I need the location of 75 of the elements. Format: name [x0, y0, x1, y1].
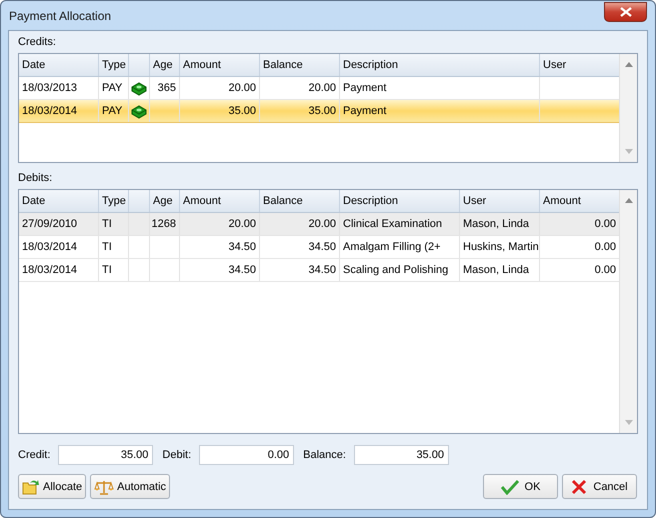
table-cell: 18/03/2013 [22, 82, 78, 94]
scrollbar[interactable] [619, 54, 637, 162]
table-row[interactable]: 18/03/2014 TI 34.50 34.50 Scaling and Polishing Mason, Linda 0.00 [19, 259, 619, 282]
table-cell: 34.50 [228, 264, 256, 276]
amount-field[interactable]: 35.00 [354, 445, 449, 465]
scroll-up-icon[interactable] [624, 62, 632, 67]
column-header[interactable]: Date [19, 190, 99, 212]
table-cell: Clinical Examination [343, 218, 442, 230]
table-cell: 0.00 [594, 218, 616, 230]
column-header[interactable]: Type [99, 190, 129, 212]
table-cell: 35.00 [308, 105, 336, 117]
table-cell: 34.50 [228, 241, 256, 253]
table-cell: 27/09/2010 [22, 218, 78, 230]
table-row[interactable]: 18/03/2014 PAY 35.00 35.00 Payment [19, 100, 619, 123]
table-cell: 18/03/2014 [22, 105, 78, 117]
table-row[interactable]: 18/03/2013 PAY 365 20.00 20.00 Payment [19, 77, 619, 100]
table-cell: PAY [102, 82, 122, 94]
close-button[interactable] [604, 2, 647, 22]
table-cell: 0.00 [594, 264, 616, 276]
column-header[interactable]: Amount [180, 54, 260, 76]
table-cell: PAY [102, 105, 122, 117]
table-cell: 20.00 [228, 218, 256, 230]
table-cell: Mason, Linda [463, 264, 530, 276]
automatic-button[interactable]: Automatic [90, 474, 170, 499]
table-cell: Payment [343, 105, 386, 117]
amount-field[interactable]: 35.00 [58, 445, 154, 465]
folder-icon [22, 478, 40, 494]
table-cell: Scaling and Polishing [343, 264, 448, 276]
section-label: Debits: [18, 172, 54, 186]
window-title: Payment Allocation [9, 8, 112, 22]
table-cell: Payment [343, 82, 386, 94]
column-header[interactable]: Description [340, 190, 460, 212]
cross-icon [571, 478, 588, 494]
amount-field[interactable]: 0.00 [199, 445, 294, 465]
table-cell: 18/03/2014 [22, 241, 78, 253]
table-cell: 365 [158, 82, 176, 94]
table-cell: 35.00 [228, 105, 256, 117]
column-header[interactable]: Amount [180, 190, 260, 212]
column-header[interactable]: Balance [260, 54, 340, 76]
ok-button[interactable]: OK [483, 474, 558, 499]
scales-icon [94, 478, 114, 494]
allocate-button[interactable]: Allocate [18, 474, 86, 499]
column-header[interactable]: Age [150, 54, 180, 76]
cancel-button[interactable]: Cancel [562, 474, 637, 499]
checkmark-icon [500, 478, 519, 494]
column-header[interactable]: Balance [260, 190, 340, 212]
scroll-down-icon[interactable] [624, 149, 632, 154]
table-cell: TI [102, 218, 112, 230]
table-cell: Mason, Linda [463, 218, 530, 230]
table-cell: 20.00 [228, 82, 256, 94]
table-cell: 34.50 [308, 264, 336, 276]
table-cell: Amalgam Filling (2+ [343, 241, 441, 253]
column-header[interactable]: Type [99, 54, 129, 76]
table-cell: 20.00 [308, 218, 336, 230]
table-cell: 0.00 [594, 241, 616, 253]
column-header[interactable]: Description [340, 54, 540, 76]
table-cell: 20.00 [308, 82, 336, 94]
table-cell: TI [102, 241, 112, 253]
column-header[interactable]: Age [150, 190, 180, 212]
table-cell: 1268 [152, 218, 176, 230]
table-cell: 34.50 [308, 241, 336, 253]
table-cell: 18/03/2014 [22, 264, 78, 276]
field-label: Balance: [303, 449, 346, 461]
section-label: Credits: [18, 36, 57, 50]
table-cell: TI [102, 264, 112, 276]
field-label: Credit: [18, 449, 50, 461]
column-header[interactable]: User [460, 190, 540, 212]
field-label: Debit: [162, 449, 192, 461]
close-icon [620, 6, 632, 16]
table-row[interactable]: 18/03/2014 TI 34.50 34.50 Amalgam Filling (2+ Huskins, Martin 0.00 [19, 236, 619, 259]
scroll-up-icon[interactable] [624, 198, 632, 203]
scrollbar[interactable] [619, 190, 637, 433]
table-cell: Huskins, Martin [463, 241, 539, 253]
scroll-down-icon[interactable] [624, 420, 632, 425]
column-header[interactable]: Date [19, 54, 99, 76]
